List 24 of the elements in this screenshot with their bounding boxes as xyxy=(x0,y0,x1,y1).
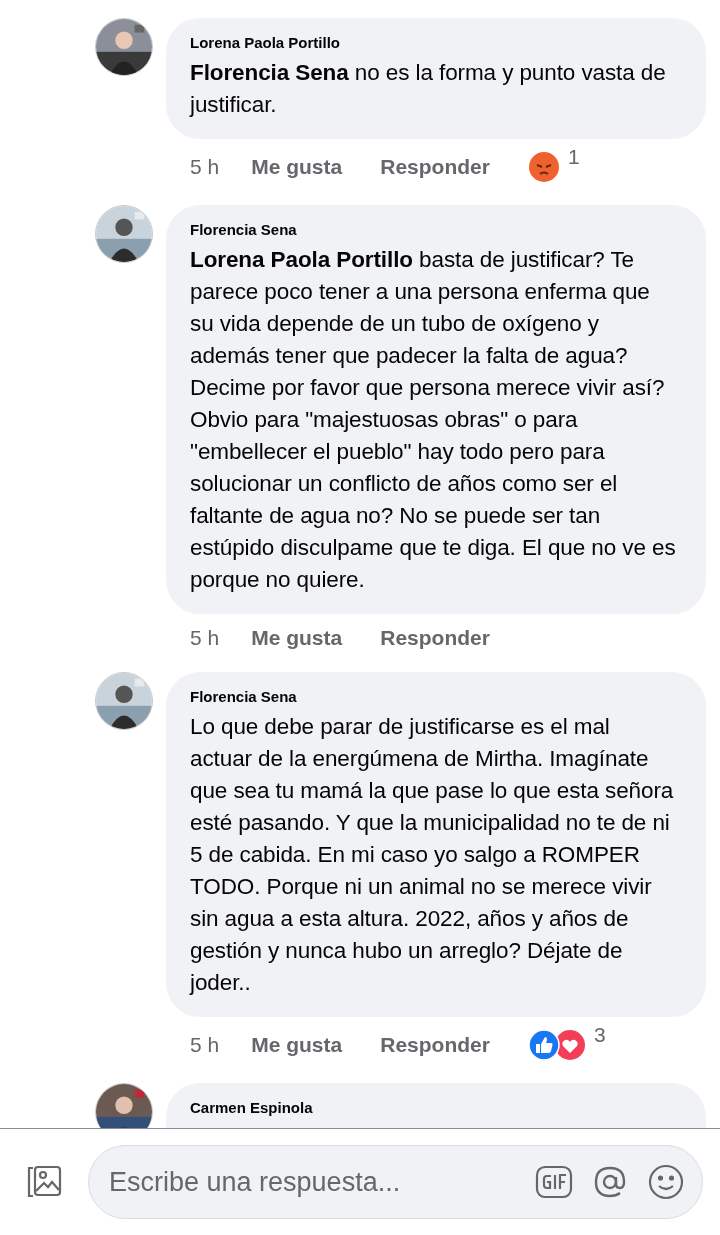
comment-time: 5 h xyxy=(190,1033,220,1057)
reaction-count: 1 xyxy=(567,145,580,169)
thumbs-up-icon xyxy=(527,1029,560,1061)
comment-author[interactable]: Lorena Paola Portillo xyxy=(190,34,676,51)
gif-icon[interactable] xyxy=(535,1163,573,1201)
like-link[interactable]: Me gusta xyxy=(251,155,343,179)
comment-author[interactable]: Carmen Espinola xyxy=(190,1099,676,1116)
like-link[interactable]: Me gusta xyxy=(251,1033,343,1057)
reply-field[interactable]: Escribe una respuesta... xyxy=(88,1145,703,1219)
like-link[interactable]: Me gusta xyxy=(251,626,343,650)
comment-text: Lo que debe parar de justificarse es el mal actuar de la energúmena de Mirtha. Imagínate que sea tu mamá la que pase lo que esta señora esté pasando. Y que la municipalidad no te de ni 5 de cabida. En mi caso yo salgo a ROMPER TODO. Porque ni un animal no se merece vivir sin agua a esta altura. 2022, años y años de gestión y nunca hubo un arreglo? Déjate de joder.. xyxy=(190,713,675,997)
comment-author[interactable]: Florencia Sena xyxy=(190,221,676,238)
reply-link[interactable]: Responder xyxy=(380,626,490,650)
angry-emoji-icon xyxy=(527,151,560,183)
comment-time: 5 h xyxy=(190,626,220,650)
reaction-count: 3 xyxy=(593,1023,606,1047)
comment-author[interactable]: Florencia Sena xyxy=(190,688,676,705)
comment-time: 5 h xyxy=(190,155,220,179)
reply-link[interactable]: Responder xyxy=(380,155,490,179)
reply-link[interactable]: Responder xyxy=(380,1033,490,1057)
smiley-icon[interactable] xyxy=(647,1163,685,1201)
photo-icon[interactable] xyxy=(26,1164,62,1200)
comment-text: Lorena Paola Portillo basta de justificar? Te parece poco tener a una persona enferma que su vida depende de un tubo de oxígeno y además tener que padecer la falta de agua? Decime por favor que persona merece vivir así? Obvio para "majestuosas obras" o para "embellecer el pueblo" hay todo pero para solucionar un conflicto de años como ser el faltante de agua no? No se puede ser tan estúpido disculpame que te diga. El que no ve es porque no quiere. xyxy=(190,246,676,594)
comment-text: Florencia Sena no es la forma y punto vasta de justificar. xyxy=(190,59,667,119)
